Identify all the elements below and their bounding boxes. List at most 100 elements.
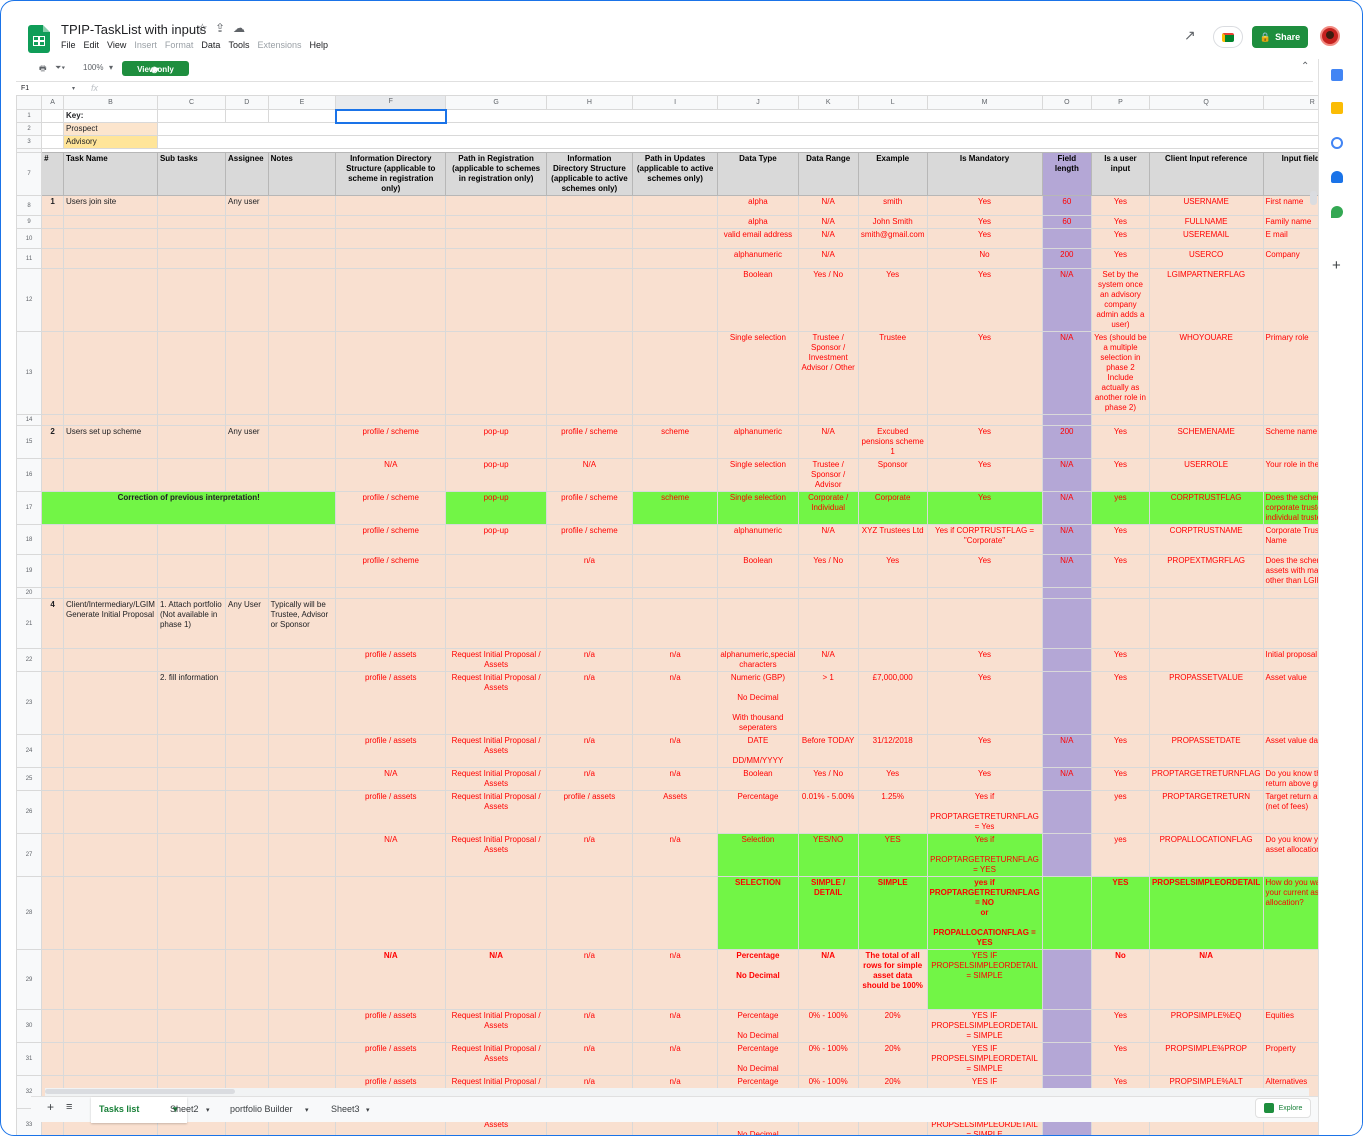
cell[interactable]: [225, 414, 269, 426]
spreadsheet-grid[interactable]: ABCDEFGHIJKLMOPQR 1 Key: 2 Prospect 3 Advis…: [15, 95, 1362, 1135]
cell[interactable]: [267, 587, 337, 599]
cell[interactable]: [225, 331, 269, 415]
table-row[interactable]: 9 alpha N/A John Smith Yes 60 Yes FULLNAME Famil…: [15, 215, 1362, 229]
cell[interactable]: n/a: [631, 671, 719, 735]
cell[interactable]: [41, 554, 65, 588]
meet-button[interactable]: [1213, 26, 1243, 48]
cell[interactable]: [225, 648, 269, 672]
cell[interactable]: [156, 949, 227, 1010]
cell[interactable]: Yes: [1091, 248, 1150, 269]
cell[interactable]: 0% - 100%: [797, 1042, 859, 1076]
cell[interactable]: 20%: [857, 1009, 928, 1043]
cell[interactable]: [1041, 671, 1093, 735]
cell[interactable]: Request Initial Proposal / Assets: [445, 767, 547, 791]
tab-sheet2[interactable]: Sheet2: [170, 1104, 199, 1114]
cell[interactable]: [1041, 414, 1093, 426]
cell[interactable]: Yes: [857, 767, 928, 791]
cell[interactable]: alpha: [717, 195, 799, 216]
cell[interactable]: [41, 833, 65, 877]
column-header[interactable]: J: [717, 95, 799, 110]
column-header[interactable]: I: [631, 95, 719, 110]
cell[interactable]: [156, 524, 227, 555]
cell[interactable]: N/A: [445, 949, 547, 1010]
cell[interactable]: [1148, 598, 1264, 649]
cell[interactable]: profile / scheme: [335, 491, 447, 525]
cell[interactable]: [41, 524, 65, 555]
cell[interactable]: 20%: [857, 1042, 928, 1076]
cell[interactable]: Corporate: [857, 491, 928, 525]
cell[interactable]: [225, 833, 269, 877]
activity-trend-icon[interactable]: ↗: [1184, 27, 1196, 44]
cell[interactable]: [156, 458, 227, 492]
cell[interactable]: [797, 587, 859, 599]
cell[interactable]: [63, 524, 158, 555]
column-title[interactable]: Path in Updates (applicable to active sc…: [631, 152, 719, 196]
view-only-button[interactable]: ◉ View only ▾: [122, 61, 189, 76]
table-row[interactable]: 18 profile / scheme pop-up profile / scheme…: [15, 524, 1362, 555]
cell[interactable]: [156, 587, 227, 599]
cell[interactable]: Sponsor: [857, 458, 928, 492]
cell[interactable]: profile / assets: [335, 1042, 447, 1076]
cell[interactable]: [41, 414, 65, 426]
chevron-down-icon[interactable]: ▾: [366, 1106, 370, 1114]
cell[interactable]: n/a: [545, 554, 633, 588]
column-header[interactable]: F: [335, 95, 447, 110]
cell[interactable]: [267, 268, 337, 332]
cell[interactable]: Request Initial Proposal / Assets: [445, 648, 547, 672]
cell[interactable]: 2: [41, 425, 65, 459]
cell[interactable]: [225, 790, 269, 834]
cell[interactable]: profile / assets: [335, 790, 447, 834]
cell[interactable]: N/A: [797, 228, 859, 249]
cell[interactable]: [156, 648, 227, 672]
cell[interactable]: [156, 268, 227, 332]
cell[interactable]: SIMPLE / DETAIL: [797, 876, 859, 950]
cell[interactable]: USERROLE: [1148, 458, 1264, 492]
column-header[interactable]: L: [857, 95, 928, 110]
cell[interactable]: Boolean: [717, 767, 799, 791]
share-button[interactable]: 🔒 Share: [1252, 26, 1308, 48]
cell[interactable]: 60: [1041, 215, 1093, 229]
cell[interactable]: 31/12/2018: [857, 734, 928, 768]
cell[interactable]: [41, 587, 65, 599]
cell[interactable]: Any User: [225, 598, 269, 649]
column-header[interactable]: B: [63, 95, 158, 110]
cell[interactable]: [335, 215, 447, 229]
column-header[interactable]: Q: [1148, 95, 1264, 110]
cell[interactable]: Yes: [926, 195, 1043, 216]
cell[interactable]: [41, 1042, 65, 1076]
cell[interactable]: [445, 268, 547, 332]
cell[interactable]: [335, 414, 447, 426]
cell[interactable]: FULLNAME: [1148, 215, 1264, 229]
explore-button[interactable]: Explore: [1255, 1098, 1311, 1118]
cell[interactable]: Boolean: [717, 268, 799, 332]
menu-data[interactable]: Data: [201, 40, 220, 50]
cell[interactable]: [63, 1009, 158, 1043]
cell[interactable]: N/A: [797, 524, 859, 555]
cell[interactable]: Percentage No Decimal: [717, 1009, 799, 1043]
cell[interactable]: [63, 215, 158, 229]
cloud-status-icon[interactable]: ☁: [233, 21, 245, 35]
cell[interactable]: 60: [1041, 195, 1093, 216]
cell[interactable]: profile / scheme: [545, 491, 633, 525]
column-title[interactable]: Information Directory Structure (applica…: [545, 152, 633, 196]
cell[interactable]: n/a: [545, 648, 633, 672]
cell[interactable]: [267, 876, 337, 950]
cell[interactable]: yes if PROPTARGETRETURNFLAG = NO or PROP…: [926, 876, 1043, 950]
cell[interactable]: [267, 524, 337, 555]
cell[interactable]: [156, 767, 227, 791]
cell[interactable]: Yes: [926, 268, 1043, 332]
cell[interactable]: [1148, 648, 1264, 672]
cell[interactable]: [926, 414, 1043, 426]
cell[interactable]: Yes: [926, 331, 1043, 415]
cell[interactable]: Yes: [1091, 425, 1150, 459]
cell[interactable]: [631, 876, 719, 950]
cell[interactable]: [63, 248, 158, 269]
cell[interactable]: [1041, 1042, 1093, 1076]
cell[interactable]: n/a: [545, 1009, 633, 1043]
cell[interactable]: [63, 458, 158, 492]
cell[interactable]: [445, 598, 547, 649]
cell[interactable]: alphanumeric: [717, 248, 799, 269]
cell[interactable]: [63, 648, 158, 672]
cell[interactable]: [1091, 598, 1150, 649]
cell[interactable]: [545, 228, 633, 249]
